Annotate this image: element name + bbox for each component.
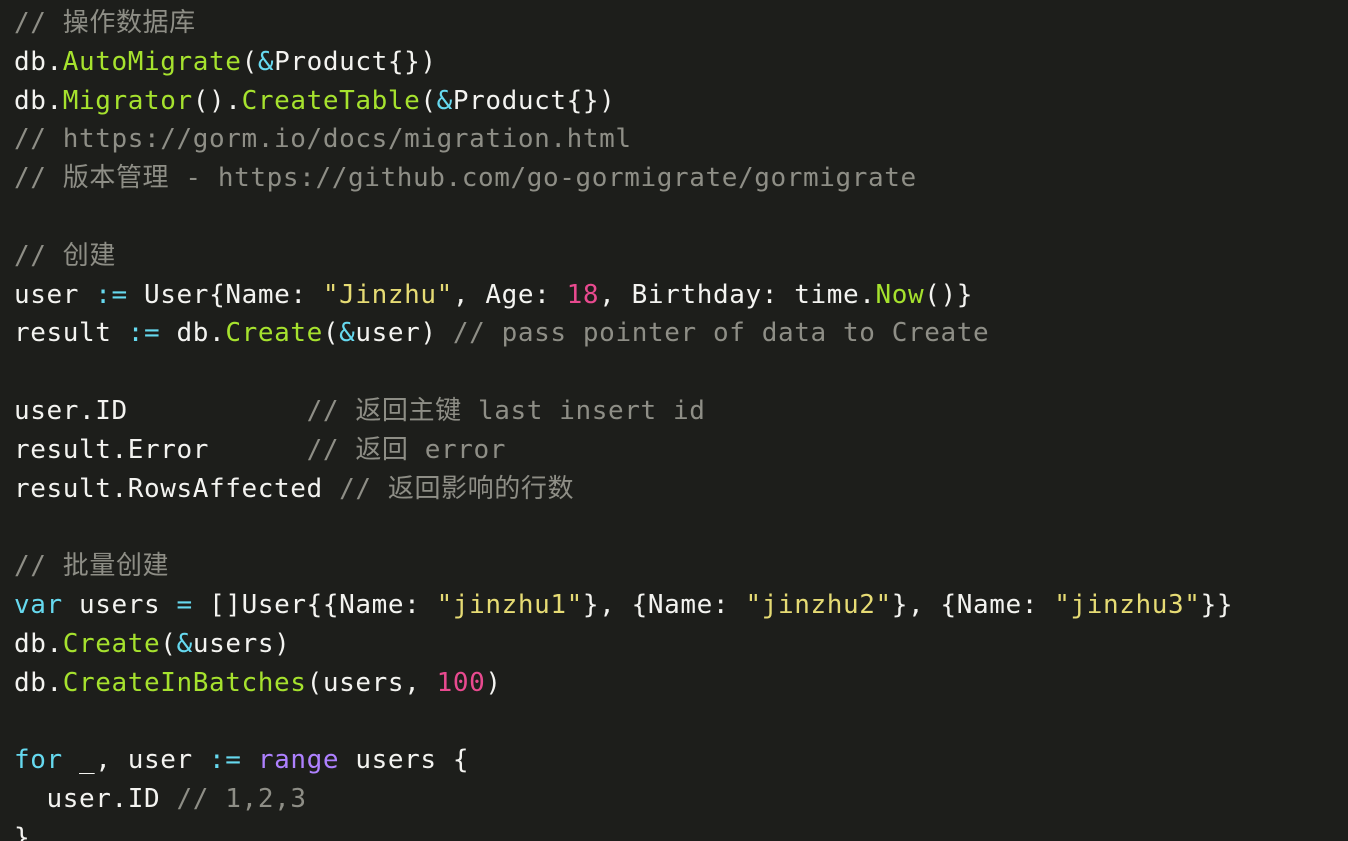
code-token-plain: ( xyxy=(241,46,258,77)
code-token-plain: } xyxy=(14,822,31,841)
code-token-string: "Jinzhu" xyxy=(322,279,453,310)
code-token-comment: // 操作数据库 xyxy=(14,8,196,38)
code-token-comment: // https://gorm.io/docs/migration.html xyxy=(14,124,632,155)
code-token-plain: result xyxy=(14,318,128,349)
code-token-func: CreateTable xyxy=(241,85,421,116)
code-token-plain: ( xyxy=(160,628,177,659)
code-token-plain: }} xyxy=(1200,589,1234,620)
code-token-op: := xyxy=(127,318,161,349)
code-editor[interactable]: // 操作数据库 db.AutoMigrate(&Product{}) db.Mig… xyxy=(0,0,1348,841)
code-token-comment: // 批量创建 xyxy=(14,551,170,582)
code-line: // 批量创建 xyxy=(14,547,1348,586)
code-token-plain: ()} xyxy=(924,279,974,310)
code-token-plain: db. xyxy=(14,46,63,77)
code-token-comment: // pass pointer of data to Create xyxy=(452,318,990,349)
code-token-plain: Product{}) xyxy=(274,46,437,77)
code-line: user.ID // 1,2,3 xyxy=(14,780,1348,819)
code-line: // 版本管理 - https://github.com/go-gormigra… xyxy=(14,159,1348,198)
code-token-plain: result.RowsAffected xyxy=(14,473,340,504)
code-token-plain: Product{}) xyxy=(452,85,616,116)
code-token-op: & xyxy=(257,46,275,77)
code-token-func: Migrator xyxy=(62,85,193,116)
code-token-plain: db. xyxy=(14,628,63,659)
code-token-plain: (). xyxy=(192,85,242,116)
code-token-plain: }, {Name: xyxy=(582,589,746,620)
code-token-plain: db. xyxy=(14,667,63,698)
code-line: result.RowsAffected // 返回影响的行数 xyxy=(14,470,1348,509)
code-token-op: := xyxy=(95,279,128,310)
code-token-keyword: var xyxy=(14,589,63,620)
code-line: // 创建 xyxy=(14,237,1348,276)
code-token-plain: User{Name: xyxy=(127,279,323,310)
code-token-op: & xyxy=(176,628,193,659)
code-token-func: Create xyxy=(62,628,161,659)
code-token-comment: // 返回主键 last insert id xyxy=(306,395,706,426)
code-token-comment: // 返回 error xyxy=(306,434,507,465)
code-token-string: "jinzhu3" xyxy=(1054,589,1201,620)
code-token-comment: // 版本管理 - https://github.com/go-gormigra… xyxy=(14,163,917,194)
code-token-plain: result.Error xyxy=(14,434,307,465)
code-line: var users = []User{{Name: "jinzhu1"}, {N… xyxy=(14,586,1348,625)
code-line: result.Error // 返回 error xyxy=(14,431,1348,470)
code-token-plain: user xyxy=(14,279,96,310)
code-token-comment: // 创建 xyxy=(14,240,116,271)
code-token-plain: users) xyxy=(192,628,291,659)
code-token-plain: ( xyxy=(322,318,340,349)
code-token-string: "jinzhu2" xyxy=(745,589,892,620)
code-token-plain: users xyxy=(62,589,177,620)
code-token-plain: (users, xyxy=(306,667,437,698)
code-line: db.Create(&users) xyxy=(14,625,1348,664)
code-token-number: 100 xyxy=(436,667,486,698)
code-line: user.ID // 返回主键 last insert id xyxy=(14,392,1348,431)
code-line: db.AutoMigrate(&Product{}) xyxy=(14,43,1348,82)
code-line: result := db.Create(&user) // pass point… xyxy=(14,314,1348,353)
code-token-plain: }, {Name: xyxy=(891,589,1055,620)
code-line: // https://gorm.io/docs/migration.html xyxy=(14,120,1348,159)
code-token-plain: user) xyxy=(355,318,453,349)
code-token-plain: ) xyxy=(485,667,502,698)
code-token-plain: ( xyxy=(420,85,437,116)
code-line: db.Migrator().CreateTable(&Product{}) xyxy=(14,82,1348,121)
code-line: for _, user := range users { xyxy=(14,741,1348,780)
code-line: db.CreateInBatches(users, 100) xyxy=(14,664,1348,703)
code-token-op: & xyxy=(339,318,356,349)
code-token-func: Create xyxy=(225,318,323,349)
code-token-plain: user.ID xyxy=(14,395,307,426)
code-token-plain: , Birthday: time. xyxy=(599,279,876,310)
code-token-op: = xyxy=(176,589,193,620)
code-token-keyword: for xyxy=(14,745,63,776)
code-token-plain: user.ID xyxy=(14,783,177,814)
code-token-builtin: range xyxy=(257,745,340,776)
code-token-func: CreateInBatches xyxy=(62,667,307,698)
code-token-func: AutoMigrate xyxy=(62,46,242,77)
code-token-plain: db. xyxy=(14,85,63,116)
code-token-plain: []User{{Name: xyxy=(192,589,437,620)
code-token-number: 18 xyxy=(566,279,600,310)
code-line: } xyxy=(14,819,1348,841)
code-token-plain: db. xyxy=(160,318,226,349)
code-token-comment: // 返回影响的行数 xyxy=(339,473,575,504)
code-token-plain: , Age: xyxy=(452,279,567,310)
code-token-op: & xyxy=(436,85,453,116)
code-token-string: "jinzhu1" xyxy=(436,589,583,620)
code-token-plain: _, user xyxy=(62,745,210,776)
code-line: // 操作数据库 xyxy=(14,4,1348,43)
code-line: user := User{Name: "Jinzhu", Age: 18, Bi… xyxy=(14,276,1348,315)
code-token-op: := xyxy=(209,745,242,776)
code-token-func: Now xyxy=(875,279,925,310)
code-token-plain: users { xyxy=(339,745,470,776)
code-token-comment: // 1,2,3 xyxy=(176,783,307,814)
